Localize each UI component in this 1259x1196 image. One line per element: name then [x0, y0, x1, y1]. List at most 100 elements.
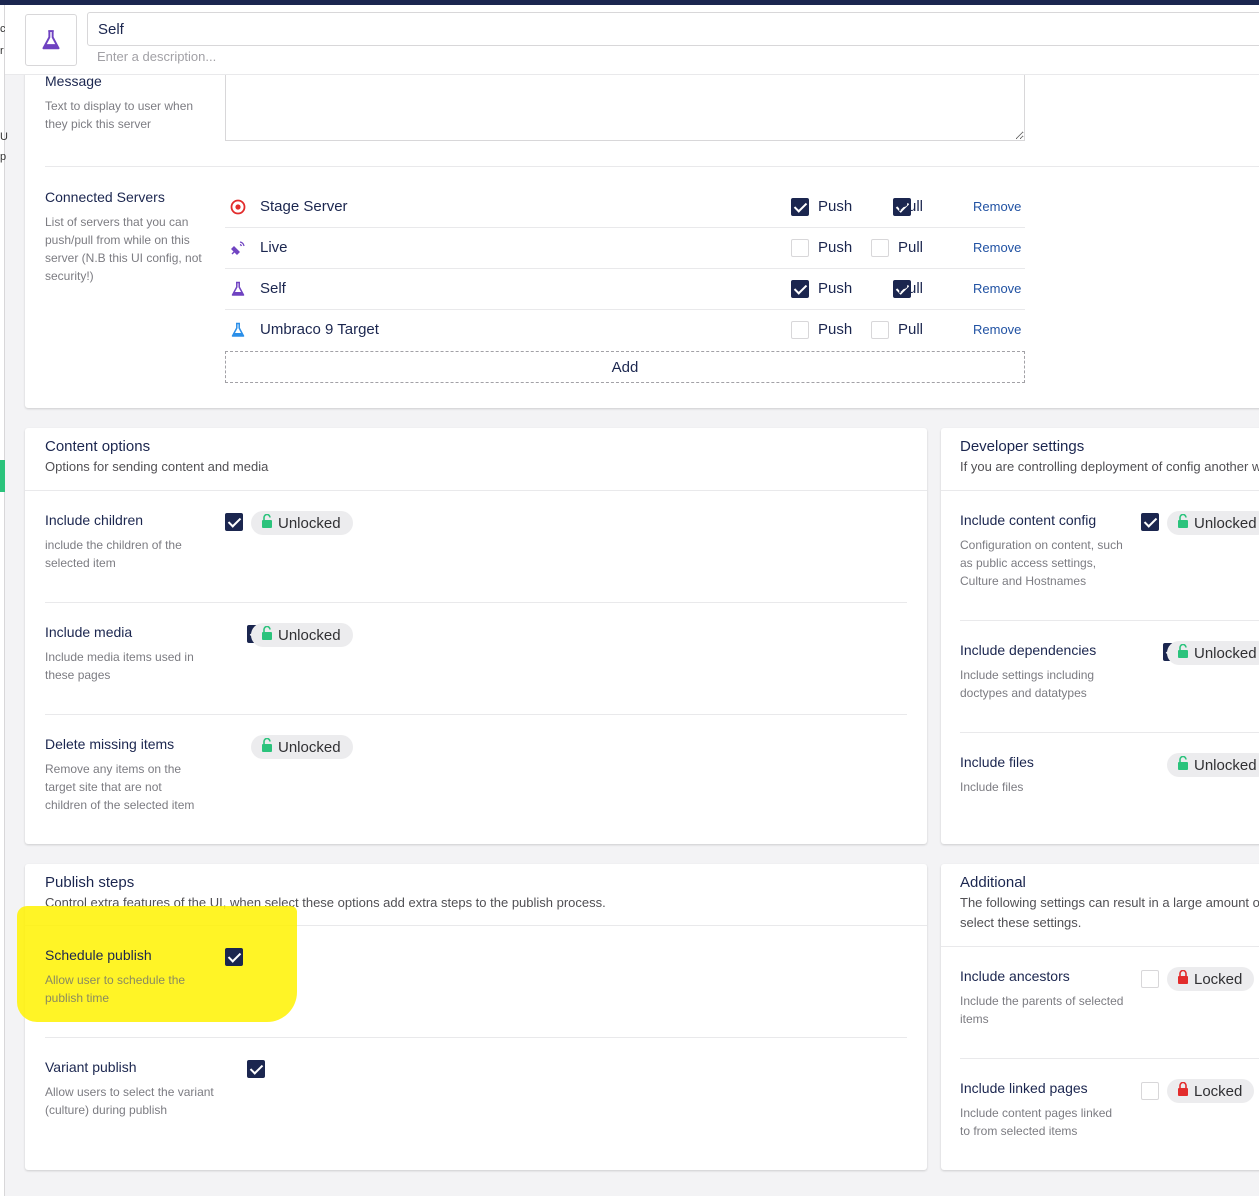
lock-toggle[interactable]: Unlocked — [251, 623, 353, 647]
divider — [960, 732, 1259, 733]
divider — [45, 714, 907, 715]
include-children-label: Include children — [45, 512, 144, 528]
active-tree-marker — [0, 460, 5, 492]
target-icon — [230, 199, 246, 215]
schedule-publish-label: Schedule publish — [45, 947, 152, 963]
unlocked-icon — [1177, 513, 1189, 532]
lock-status: Locked — [1194, 970, 1243, 988]
description-input[interactable] — [87, 45, 1259, 67]
divider — [25, 490, 927, 491]
server-name: Self — [260, 280, 286, 297]
include-ancestors-description: Include the parents of selected items — [960, 994, 1124, 1026]
include-ancestors-checkbox[interactable] — [1141, 970, 1159, 988]
push-label: Push — [818, 239, 853, 256]
variant-publish-label: Variant publish — [45, 1059, 137, 1075]
remove-link[interactable]: Remove — [973, 240, 1021, 255]
divider — [960, 620, 1259, 621]
remove-link[interactable]: Remove — [973, 281, 1021, 296]
schedule-publish-checkbox[interactable] — [225, 948, 243, 966]
server-settings-panel: Message Text to display to user when the… — [25, 70, 1259, 408]
include-children-description: include the children of the selected ite… — [45, 538, 182, 570]
include-linked-pages-description: Include content pages linked to from sel… — [960, 1106, 1113, 1138]
additional-subtitle-line1: The following settings can result in a l… — [960, 895, 1259, 910]
unlocked-icon — [261, 513, 273, 532]
include-linked-pages-label: Include linked pages — [960, 1080, 1088, 1096]
satellite-icon — [230, 240, 246, 256]
unlocked-icon — [1177, 755, 1189, 774]
lock-status: Unlocked — [278, 626, 341, 644]
connected-servers-description: List of servers that you can push/pull f… — [45, 215, 202, 283]
push-label: Push — [818, 280, 853, 297]
include-media-label: Include media — [45, 624, 133, 640]
developer-settings-panel: Developer settings If you are controllin… — [941, 428, 1259, 844]
content-options-title: Content options — [45, 438, 151, 455]
developer-settings-title: Developer settings — [960, 438, 1085, 455]
lock-status: Unlocked — [278, 514, 341, 532]
push-label: Push — [818, 321, 853, 338]
flask-icon — [230, 281, 246, 297]
include-dependencies-label: Include dependencies — [960, 642, 1097, 658]
remove-link[interactable]: Remove — [973, 322, 1021, 337]
lock-status: Unlocked — [1194, 756, 1257, 774]
server-name: Umbraco 9 Target — [260, 321, 379, 338]
content-options-panel: Content options Options for sending cont… — [25, 428, 927, 844]
tree-fragment: p — [0, 151, 7, 163]
additional-subtitle-line2: select these settings. — [960, 915, 1082, 930]
editor-header — [5, 5, 1259, 75]
lock-toggle[interactable]: Unlocked — [1167, 753, 1259, 777]
lock-status: Unlocked — [278, 738, 341, 756]
include-children-checkbox[interactable] — [225, 513, 243, 531]
divider — [45, 1037, 907, 1038]
push-checkbox[interactable] — [791, 280, 809, 298]
include-ancestors-label: Include ancestors — [960, 968, 1070, 984]
server-row: Stage Server Push Pull Remove — [225, 187, 1025, 228]
delete-missing-label: Delete missing items — [45, 736, 175, 752]
schedule-publish-description: Allow user to schedule the publish time — [45, 973, 186, 1005]
lock-toggle[interactable]: Unlocked — [251, 511, 353, 535]
variant-publish-description: Allow users to select the variant (cultu… — [45, 1085, 214, 1117]
locked-icon — [1177, 1081, 1189, 1100]
content-options-subtitle: Options for sending content and media — [45, 459, 269, 474]
push-checkbox[interactable] — [791, 321, 809, 339]
left-tree-strip: c r U p — [0, 5, 8, 1196]
lock-toggle[interactable]: Unlocked — [251, 735, 353, 759]
divider — [960, 1058, 1259, 1059]
locked-icon — [1177, 969, 1189, 988]
add-server-button[interactable]: Add — [225, 351, 1025, 383]
flask-icon[interactable] — [25, 14, 77, 66]
pull-label: Pull — [898, 198, 924, 215]
include-dependencies-description: Include settings including doctypes and … — [960, 668, 1095, 700]
divider — [45, 166, 1259, 167]
push-checkbox[interactable] — [791, 239, 809, 257]
message-textarea[interactable] — [225, 70, 1025, 141]
push-checkbox[interactable] — [791, 198, 809, 216]
lock-toggle[interactable]: Locked — [1167, 1079, 1255, 1103]
include-files-description: Include files — [960, 780, 1024, 794]
publish-steps-title: Publish steps — [45, 874, 135, 891]
include-media-description: Include media items used in these pages — [45, 650, 194, 682]
lock-toggle[interactable]: Unlocked — [1167, 511, 1259, 535]
lock-toggle[interactable]: Unlocked — [1167, 641, 1259, 665]
variant-publish-checkbox[interactable] — [247, 1060, 266, 1078]
name-input[interactable] — [87, 12, 1259, 46]
push-label: Push — [818, 198, 853, 215]
lock-toggle[interactable]: Locked — [1167, 967, 1255, 991]
include-content-config-checkbox[interactable] — [1141, 513, 1159, 531]
pull-label: Pull — [898, 280, 924, 297]
pull-checkbox[interactable] — [871, 239, 889, 257]
server-row: Umbraco 9 Target Push Pull Remove — [225, 310, 1025, 351]
delete-missing-description: Remove any items on the target site that… — [45, 762, 195, 812]
divider — [941, 490, 1259, 491]
server-name: Live — [260, 239, 288, 256]
additional-panel: Additional The following settings can re… — [941, 864, 1259, 1170]
additional-title: Additional — [960, 874, 1026, 891]
include-files-label: Include files — [960, 754, 1034, 770]
tree-fragment: r — [0, 45, 4, 57]
include-linked-pages-checkbox[interactable] — [1141, 1082, 1159, 1100]
flask-icon — [230, 322, 246, 338]
pull-checkbox[interactable] — [871, 321, 889, 339]
remove-link[interactable]: Remove — [973, 199, 1021, 214]
include-content-config-label: Include content config — [960, 512, 1097, 528]
server-row: Live Push Pull Remove — [225, 228, 1025, 269]
pull-label: Pull — [898, 239, 924, 256]
